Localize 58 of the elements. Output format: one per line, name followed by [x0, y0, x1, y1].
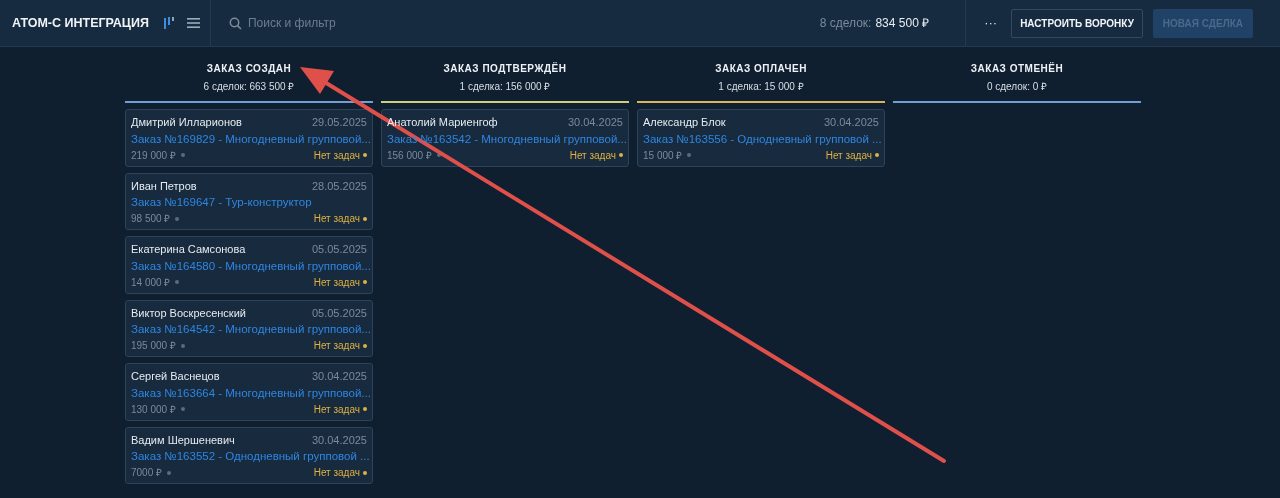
deal-date: 30.04.2025 [311, 432, 367, 448]
client-name: Екатерина Самсонова [131, 242, 246, 257]
deal-card[interactable]: Вадим Шершеневич 30.04.2025 Заказ №163552 - Однодневный групповой ... 7000 ₽ Нет задач [125, 426, 373, 484]
search-field[interactable]: Поиск и фильтр [247, 14, 548, 32]
deal-date: 29.05.2025 [311, 115, 367, 130]
client-name: Виктор Воскресенский [131, 305, 246, 321]
order-link[interactable]: Заказ №163556 - Однодневный групповой ... [643, 130, 879, 147]
deal-card[interactable]: Екатерина Самсонова 05.05.2025 Заказ №164580 - Многодневный групповой... 14 000 ₽ Нет задач [125, 236, 373, 294]
deal-amount: 219 000 ₽ [131, 148, 176, 163]
deal-card[interactable]: Сергей Васнецов 30.04.2025 Заказ №163664 - Многодневный групповой... 130 000 ₽ Нет задач [125, 363, 373, 421]
stage-title: ЗАКАЗ ОТМЕНЁН [970, 61, 1064, 76]
stage-title: ЗАКАЗ ПОДТВЕРЖДЁН [443, 61, 567, 76]
client-name: Вадим Шершеневич [131, 432, 235, 448]
deal-date: 30.04.2025 [311, 369, 367, 384]
stage-summary: 0 сделок: 0 ₽ [986, 80, 1048, 94]
search-icon [228, 16, 242, 30]
stage-summary: 6 сделок: 663 500 ₽ [203, 80, 295, 94]
deal-amount: 7000 ₽ [131, 466, 163, 480]
deal-date: 05.05.2025 [311, 242, 367, 257]
funnel-settings-button[interactable]: НАСТРОИТЬ ВОРОНКУ [1011, 8, 1143, 38]
client-name: Сергей Васнецов [131, 369, 220, 384]
deal-amount: 156 000 ₽ [387, 148, 432, 163]
deal-card[interactable]: Александр Блок 30.04.2025 Заказ №163556 - Однодневный групповой ... 15 000 ₽ Нет задач [637, 109, 885, 167]
stage-title: ЗАКАЗ ОПЛАЧЕН [715, 62, 807, 76]
tasks-status: Нет задач [313, 402, 360, 417]
client-name: Дмитрий Илларионов [131, 115, 242, 130]
stage-summary: 1 сделка: 156 000 ₽ [459, 80, 551, 94]
client-name: Иван Петров [131, 178, 197, 194]
deal-amount: 15 000 ₽ [643, 148, 683, 163]
tasks-status: Нет задач [313, 148, 360, 163]
stage-title: ЗАКАЗ СОЗДАН [206, 62, 292, 76]
deal-amount: 195 000 ₽ [131, 339, 176, 353]
kanban-icon[interactable] [162, 16, 175, 30]
deal-date: 28.05.2025 [311, 178, 367, 194]
menu-icon[interactable] [186, 17, 200, 29]
tasks-status: Нет задач [825, 148, 872, 163]
tasks-status: Нет задач [313, 339, 360, 353]
deal-date: 30.04.2025 [567, 115, 623, 130]
tasks-status: Нет задач [569, 148, 616, 163]
deal-card[interactable]: Иван Петров 28.05.2025 Заказ №169647 - Тур-конструктор 98 500 ₽ Нет задач [125, 172, 373, 230]
deals-count: 8 сделок: [819, 15, 872, 32]
tasks-status: Нет задач [313, 466, 360, 480]
tasks-status: Нет задач [313, 275, 360, 290]
deal-amount: 130 000 ₽ [131, 402, 176, 417]
app-title: АТОМ-С ИНТЕГРАЦИЯ [12, 14, 149, 32]
order-link[interactable]: Заказ №163552 - Однодневный групповой ... [131, 448, 367, 464]
more-button[interactable]: ··· [980, 13, 1002, 33]
deal-date: 05.05.2025 [311, 305, 367, 321]
deal-card[interactable]: Виктор Воскресенский 05.05.2025 Заказ №164542 - Многодневный групповой... 195 000 ₽ Нет задач [125, 299, 373, 357]
tasks-status: Нет задач [313, 212, 360, 226]
deal-amount: 14 000 ₽ [131, 275, 171, 290]
deal-amount: 98 500 ₽ [131, 212, 171, 226]
deal-date: 30.04.2025 [823, 115, 879, 130]
deals-total: 834 500 ₽ [875, 15, 930, 32]
client-name: Александр Блок [643, 115, 726, 130]
deal-card[interactable]: Дмитрий Илларионов 29.05.2025 Заказ №169829 - Многодневный групповой... 219 000 ₽ Нет задач [125, 109, 373, 167]
order-link[interactable]: Заказ №169647 - Тур-конструктор [131, 194, 367, 210]
stage-summary: 1 сделка: 15 000 ₽ [718, 80, 804, 94]
